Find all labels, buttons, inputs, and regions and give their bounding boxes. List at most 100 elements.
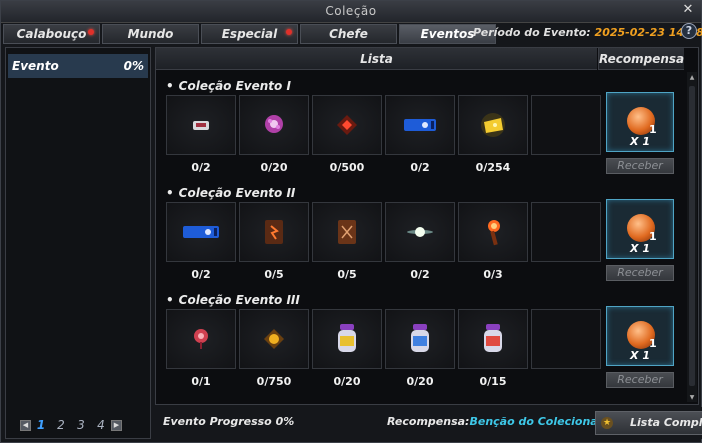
item-slot[interactable] bbox=[458, 95, 528, 155]
group-title-text: Coleção Evento I bbox=[178, 79, 291, 93]
item-slot[interactable] bbox=[312, 309, 382, 369]
item-slot[interactable] bbox=[166, 202, 236, 262]
receive-button[interactable]: Receber bbox=[606, 372, 674, 388]
alert-dot-icon bbox=[286, 29, 292, 35]
item-count: 0/254 bbox=[475, 161, 511, 174]
item-count: 0/15 bbox=[479, 375, 507, 388]
prev-page-icon[interactable]: ◀ bbox=[20, 419, 31, 431]
page-4[interactable]: 4 bbox=[91, 418, 111, 432]
red-shell-charm-icon bbox=[194, 329, 208, 349]
complete-list-button[interactable]: ★ Lista Completa bbox=[595, 411, 702, 435]
tab-label: Especial bbox=[221, 27, 278, 41]
item-count: 0/2 bbox=[410, 161, 430, 174]
item-count: 0/5 bbox=[337, 268, 357, 281]
item-count: 0/2 bbox=[191, 268, 211, 281]
scroll-up-icon[interactable]: ▲ bbox=[687, 74, 697, 82]
collection-group-2: •Coleção Evento II 0/2 0/5 0/5 0/2 0/3 bbox=[156, 186, 686, 293]
item-count: 0/2 bbox=[410, 268, 430, 281]
page-3[interactable]: 3 bbox=[71, 418, 91, 432]
list-scrollbar[interactable]: ▲ ▼ bbox=[687, 72, 697, 402]
window-title: Coleção bbox=[325, 4, 377, 18]
collection-group-1: • Coleção Evento I 0/2 0/20 0/500 0/2 0/2… bbox=[156, 79, 686, 186]
item-count: 0/3 bbox=[483, 268, 503, 281]
item-slot[interactable] bbox=[385, 95, 455, 155]
gold-coin-icon bbox=[264, 329, 284, 349]
list-column-header: Lista bbox=[156, 48, 597, 70]
group-title: • Coleção Evento I bbox=[166, 79, 291, 93]
help-icon[interactable]: ? bbox=[681, 23, 697, 39]
item-slot[interactable] bbox=[239, 309, 309, 369]
item-slot[interactable] bbox=[239, 95, 309, 155]
item-slot[interactable] bbox=[458, 202, 528, 262]
group-title: • Coleção Evento II bbox=[166, 186, 296, 200]
item-count: 0/750 bbox=[256, 375, 292, 388]
reward-column-header: Recompensa bbox=[598, 48, 684, 70]
reward-item[interactable]: 1 X 1 bbox=[606, 306, 674, 366]
item-count: 0/1 bbox=[191, 375, 211, 388]
white-gift-box-icon bbox=[193, 121, 209, 130]
category-percent: 0% bbox=[123, 59, 144, 73]
item-slot[interactable] bbox=[239, 202, 309, 262]
item-slot[interactable] bbox=[385, 309, 455, 369]
tab-especial[interactable]: Especial bbox=[201, 24, 298, 44]
period-label: Período do Evento: bbox=[473, 26, 591, 39]
receive-button[interactable]: Receber bbox=[606, 158, 674, 174]
item-count: 0/20 bbox=[333, 375, 361, 388]
star-icon: ★ bbox=[601, 417, 613, 429]
reward-quantity: X 1 bbox=[630, 349, 650, 362]
page-2[interactable]: 2 bbox=[51, 418, 71, 432]
tab-label: Calabouço bbox=[16, 27, 87, 41]
category-name: Evento bbox=[12, 59, 59, 73]
white-light-orb-icon bbox=[407, 227, 433, 237]
next-page-icon[interactable]: ▶ bbox=[111, 419, 122, 431]
blue-ticket-icon bbox=[404, 119, 436, 131]
group-title: • Coleção Evento III bbox=[166, 293, 300, 307]
gold-ticket-icon bbox=[481, 113, 505, 137]
purple-flower-charm-icon bbox=[265, 115, 283, 133]
pagination: ◀ 1 2 3 4 ▶ bbox=[20, 418, 122, 432]
item-count: 0/2 bbox=[191, 161, 211, 174]
tab-label: Mundo bbox=[127, 27, 174, 41]
item-count: 0/20 bbox=[260, 161, 288, 174]
reward-quantity: X 1 bbox=[630, 135, 650, 148]
category-panel: Evento 0% ◀ 1 2 3 4 ▶ bbox=[5, 47, 151, 439]
empty-item-slot bbox=[531, 202, 601, 262]
item-slot[interactable] bbox=[166, 309, 236, 369]
footer-bar: Evento Progresso 0% Recompensa:Benção do… bbox=[155, 407, 702, 439]
group-title-text: Coleção Evento II bbox=[178, 186, 296, 200]
tab-chefe[interactable]: Chefe bbox=[300, 24, 397, 44]
tab-calabouco[interactable]: Calabouço bbox=[3, 24, 100, 44]
group-title-text: Coleção Evento III bbox=[178, 293, 300, 307]
item-slot[interactable] bbox=[312, 202, 382, 262]
scroll-thumb[interactable] bbox=[689, 86, 695, 386]
alert-dot-icon bbox=[88, 29, 94, 35]
item-slot[interactable] bbox=[312, 95, 382, 155]
tab-bar: Calabouço Mundo Especial Chefe Eventos bbox=[3, 24, 498, 44]
scroll-down-icon[interactable]: ▼ bbox=[687, 394, 697, 402]
item-slot[interactable] bbox=[458, 309, 528, 369]
candy-jar-red-icon bbox=[484, 324, 502, 352]
reward-item[interactable]: 1 X 1 bbox=[606, 92, 674, 152]
title-bar[interactable]: Coleção ✕ bbox=[1, 1, 701, 23]
reward-item[interactable]: 1 X 1 bbox=[606, 199, 674, 259]
item-count: 0/5 bbox=[264, 268, 284, 281]
category-item-evento[interactable]: Evento 0% bbox=[8, 54, 148, 78]
empty-item-slot bbox=[531, 95, 601, 155]
item-slot[interactable] bbox=[385, 202, 455, 262]
item-count: 0/500 bbox=[329, 161, 365, 174]
event-progress: Evento Progresso 0% bbox=[163, 415, 295, 428]
page-1[interactable]: 1 bbox=[31, 418, 51, 432]
blue-ticket-icon bbox=[183, 226, 219, 238]
reward-quantity: X 1 bbox=[630, 242, 650, 255]
tab-label: Eventos bbox=[420, 27, 475, 41]
rune-card-icon bbox=[265, 220, 283, 244]
tab-label: Chefe bbox=[329, 27, 368, 41]
tab-mundo[interactable]: Mundo bbox=[102, 24, 199, 44]
close-button[interactable]: ✕ bbox=[681, 3, 695, 17]
red-diamond-gem-icon bbox=[337, 115, 357, 135]
empty-item-slot bbox=[531, 309, 601, 369]
item-slot[interactable] bbox=[166, 95, 236, 155]
complete-list-label: Lista Completa bbox=[630, 416, 702, 429]
reward-info: Recompensa:Benção do Colecionador bbox=[387, 415, 619, 428]
receive-button[interactable]: Receber bbox=[606, 265, 674, 281]
